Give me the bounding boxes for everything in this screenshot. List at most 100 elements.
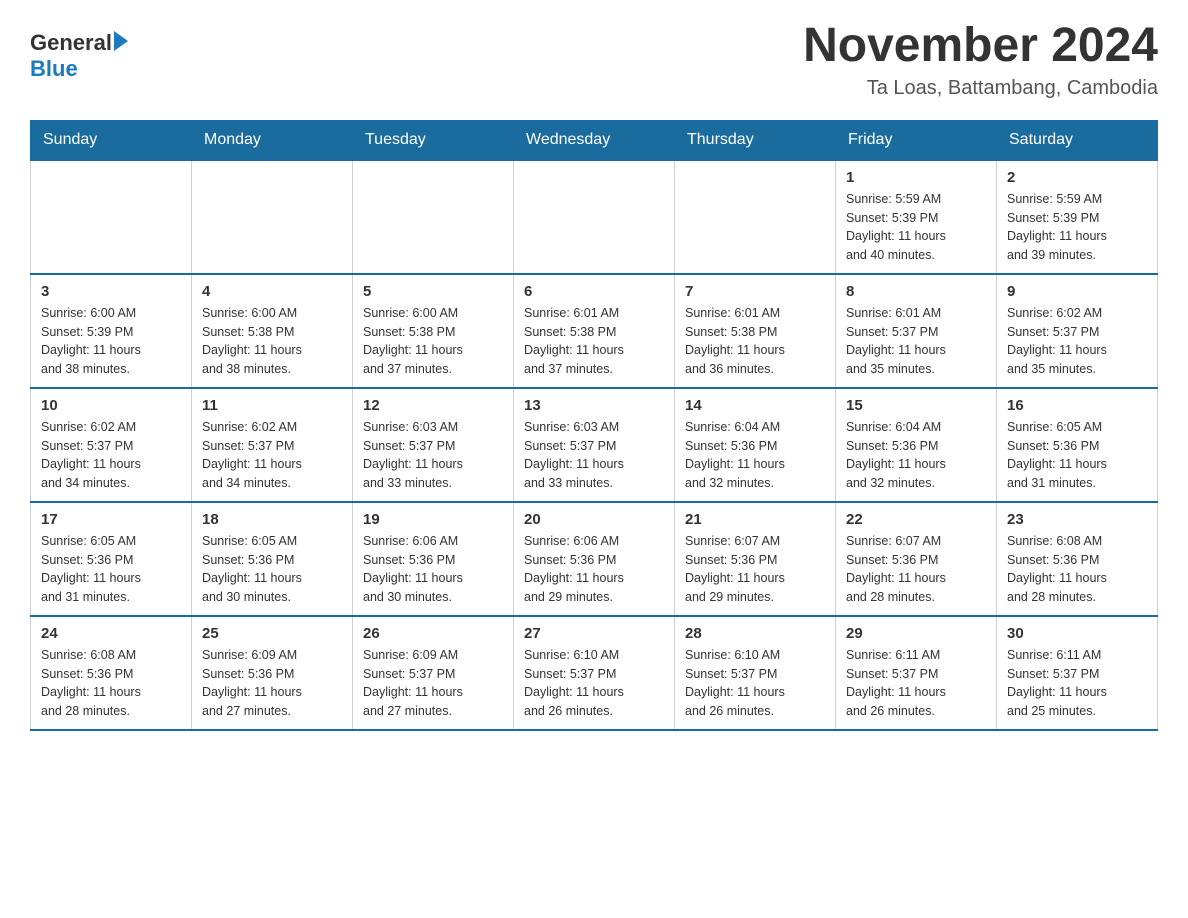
calendar-cell: 12 Sunrise: 6:03 AMSunset: 5:37 PMDayligh…: [353, 388, 514, 502]
calendar-week-row: 24Sunrise: 6:08 AMSunset: 5:36 PMDayligh…: [31, 616, 1158, 730]
calendar-header-thursday: Thursday: [675, 120, 836, 160]
day-number: 30: [1007, 625, 1147, 642]
calendar: SundayMondayTuesdayWednesdayThursdayFrid…: [30, 120, 1158, 731]
day-info: Sunrise: 6:06 AMSunset: 5:36 PMDaylight:…: [524, 532, 664, 607]
day-info: Sunrise: 6:06 AMSunset: 5:36 PMDaylight:…: [363, 532, 503, 607]
calendar-cell: 11 Sunrise: 6:02 AMSunset: 5:37 PMDayligh…: [192, 388, 353, 502]
calendar-cell: 1 Sunrise: 5:59 AMSunset: 5:39 PMDaylight…: [836, 160, 997, 274]
calendar-cell: 6 Sunrise: 6:01 AMSunset: 5:38 PMDaylight…: [514, 274, 675, 388]
calendar-header-monday: Monday: [192, 120, 353, 160]
calendar-cell: 20Sunrise: 6:06 AMSunset: 5:36 PMDayligh…: [514, 502, 675, 616]
day-number: 14: [685, 397, 825, 414]
calendar-cell: 27 Sunrise: 6:10 AMSunset: 5:37 PMDayligh…: [514, 616, 675, 730]
day-number: 2: [1007, 169, 1147, 186]
logo: General Blue: [30, 20, 128, 82]
day-number: 25: [202, 625, 342, 642]
calendar-cell: 3 Sunrise: 6:00 AMSunset: 5:39 PMDaylight…: [31, 274, 192, 388]
calendar-week-row: 10 Sunrise: 6:02 AMSunset: 5:37 PMDayligh…: [31, 388, 1158, 502]
calendar-cell: 26 Sunrise: 6:09 AMSunset: 5:37 PMDayligh…: [353, 616, 514, 730]
calendar-cell: 2 Sunrise: 5:59 AMSunset: 5:39 PMDaylight…: [997, 160, 1158, 274]
day-number: 10: [41, 397, 181, 414]
calendar-header-sunday: Sunday: [31, 120, 192, 160]
day-number: 16: [1007, 397, 1147, 414]
calendar-cell: 14 Sunrise: 6:04 AMSunset: 5:36 PMDayligh…: [675, 388, 836, 502]
logo-inner: General Blue: [30, 30, 128, 82]
day-info: Sunrise: 6:09 AMSunset: 5:36 PMDaylight:…: [202, 646, 342, 721]
calendar-cell: 19 Sunrise: 6:06 AMSunset: 5:36 PMDayligh…: [353, 502, 514, 616]
calendar-header-saturday: Saturday: [997, 120, 1158, 160]
calendar-cell: [514, 160, 675, 274]
day-number: 1: [846, 169, 986, 186]
day-number: 6: [524, 283, 664, 300]
page-title: November 2024: [803, 20, 1158, 73]
calendar-cell: 22 Sunrise: 6:07 AMSunset: 5:36 PMDayligh…: [836, 502, 997, 616]
day-number: 26: [363, 625, 503, 642]
day-info: Sunrise: 6:02 AMSunset: 5:37 PMDaylight:…: [202, 418, 342, 493]
page-subtitle: Ta Loas, Battambang, Cambodia: [803, 77, 1158, 100]
day-number: 19: [363, 511, 503, 528]
calendar-cell: [675, 160, 836, 274]
calendar-cell: 9Sunrise: 6:02 AMSunset: 5:37 PMDaylight…: [997, 274, 1158, 388]
calendar-cell: [31, 160, 192, 274]
day-number: 18: [202, 511, 342, 528]
calendar-week-row: 3 Sunrise: 6:00 AMSunset: 5:39 PMDaylight…: [31, 274, 1158, 388]
calendar-cell: 18 Sunrise: 6:05 AMSunset: 5:36 PMDayligh…: [192, 502, 353, 616]
calendar-cell: 30 Sunrise: 6:11 AMSunset: 5:37 PMDayligh…: [997, 616, 1158, 730]
day-info: Sunrise: 6:03 AMSunset: 5:37 PMDaylight:…: [363, 418, 503, 493]
day-number: 4: [202, 283, 342, 300]
calendar-cell: 25 Sunrise: 6:09 AMSunset: 5:36 PMDayligh…: [192, 616, 353, 730]
day-info: Sunrise: 6:09 AMSunset: 5:37 PMDaylight:…: [363, 646, 503, 721]
day-number: 11: [202, 397, 342, 414]
day-info: Sunrise: 6:11 AMSunset: 5:37 PMDaylight:…: [846, 646, 986, 721]
calendar-week-row: 17Sunrise: 6:05 AMSunset: 5:36 PMDayligh…: [31, 502, 1158, 616]
calendar-cell: 13Sunrise: 6:03 AMSunset: 5:37 PMDayligh…: [514, 388, 675, 502]
day-info: Sunrise: 6:00 AMSunset: 5:39 PMDaylight:…: [41, 304, 181, 379]
day-number: 27: [524, 625, 664, 642]
calendar-cell: 17Sunrise: 6:05 AMSunset: 5:36 PMDayligh…: [31, 502, 192, 616]
day-number: 24: [41, 625, 181, 642]
day-info: Sunrise: 6:00 AMSunset: 5:38 PMDaylight:…: [363, 304, 503, 379]
day-info: Sunrise: 6:10 AMSunset: 5:37 PMDaylight:…: [524, 646, 664, 721]
day-info: Sunrise: 6:00 AMSunset: 5:38 PMDaylight:…: [202, 304, 342, 379]
day-number: 12: [363, 397, 503, 414]
day-info: Sunrise: 6:01 AMSunset: 5:38 PMDaylight:…: [685, 304, 825, 379]
logo-row1: General: [30, 30, 128, 56]
day-info: Sunrise: 6:08 AMSunset: 5:36 PMDaylight:…: [1007, 532, 1147, 607]
day-info: Sunrise: 5:59 AMSunset: 5:39 PMDaylight:…: [846, 190, 986, 265]
calendar-cell: 24Sunrise: 6:08 AMSunset: 5:36 PMDayligh…: [31, 616, 192, 730]
calendar-header-wednesday: Wednesday: [514, 120, 675, 160]
day-info: Sunrise: 6:01 AMSunset: 5:38 PMDaylight:…: [524, 304, 664, 379]
day-number: 7: [685, 283, 825, 300]
calendar-cell: 29 Sunrise: 6:11 AMSunset: 5:37 PMDayligh…: [836, 616, 997, 730]
calendar-cell: [192, 160, 353, 274]
day-info: Sunrise: 6:07 AMSunset: 5:36 PMDaylight:…: [846, 532, 986, 607]
day-info: Sunrise: 6:11 AMSunset: 5:37 PMDaylight:…: [1007, 646, 1147, 721]
calendar-header-tuesday: Tuesday: [353, 120, 514, 160]
day-number: 22: [846, 511, 986, 528]
logo-triangle-icon: [114, 31, 128, 51]
day-number: 3: [41, 283, 181, 300]
day-number: 5: [363, 283, 503, 300]
day-info: Sunrise: 6:05 AMSunset: 5:36 PMDaylight:…: [41, 532, 181, 607]
title-area: November 2024 Ta Loas, Battambang, Cambo…: [803, 20, 1158, 100]
day-info: Sunrise: 5:59 AMSunset: 5:39 PMDaylight:…: [1007, 190, 1147, 265]
calendar-cell: 5 Sunrise: 6:00 AMSunset: 5:38 PMDaylight…: [353, 274, 514, 388]
calendar-cell: 16Sunrise: 6:05 AMSunset: 5:36 PMDayligh…: [997, 388, 1158, 502]
calendar-cell: 28Sunrise: 6:10 AMSunset: 5:37 PMDayligh…: [675, 616, 836, 730]
day-number: 9: [1007, 283, 1147, 300]
day-info: Sunrise: 6:04 AMSunset: 5:36 PMDaylight:…: [685, 418, 825, 493]
day-info: Sunrise: 6:02 AMSunset: 5:37 PMDaylight:…: [41, 418, 181, 493]
logo-text-general: General: [30, 30, 112, 56]
calendar-cell: 7 Sunrise: 6:01 AMSunset: 5:38 PMDaylight…: [675, 274, 836, 388]
day-number: 28: [685, 625, 825, 642]
header-area: General Blue November 2024 Ta Loas, Batt…: [30, 20, 1158, 100]
calendar-cell: 23 Sunrise: 6:08 AMSunset: 5:36 PMDayligh…: [997, 502, 1158, 616]
calendar-header-row: SundayMondayTuesdayWednesdayThursdayFrid…: [31, 120, 1158, 160]
day-number: 8: [846, 283, 986, 300]
day-number: 23: [1007, 511, 1147, 528]
calendar-cell: 21Sunrise: 6:07 AMSunset: 5:36 PMDayligh…: [675, 502, 836, 616]
calendar-cell: 4 Sunrise: 6:00 AMSunset: 5:38 PMDaylight…: [192, 274, 353, 388]
day-info: Sunrise: 6:05 AMSunset: 5:36 PMDaylight:…: [202, 532, 342, 607]
day-info: Sunrise: 6:01 AMSunset: 5:37 PMDaylight:…: [846, 304, 986, 379]
day-number: 29: [846, 625, 986, 642]
